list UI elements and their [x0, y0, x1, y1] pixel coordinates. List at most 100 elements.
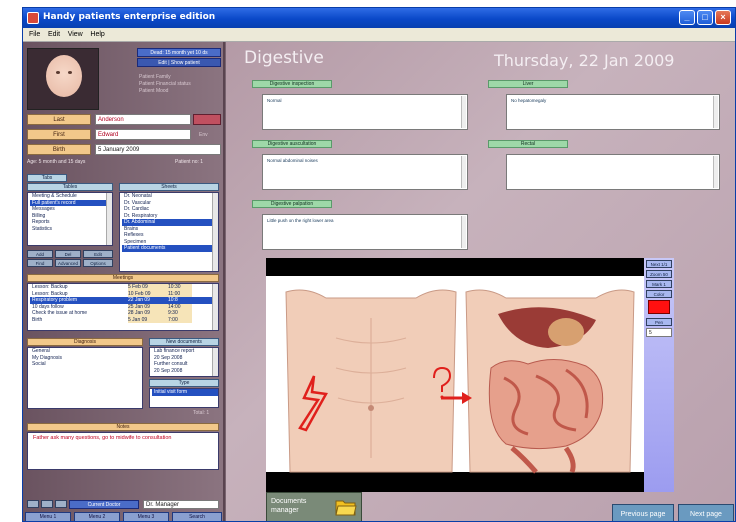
app-icon [27, 12, 39, 24]
tables-list[interactable]: Meeting & Schedule Full patient's record M… [27, 192, 113, 246]
patient-info-3: Patient Mood [139, 88, 169, 94]
tables-list-item[interactable]: Statistics [30, 226, 112, 233]
type-list[interactable]: Initial visit form [149, 388, 219, 408]
digestive-inspection-field[interactable]: Normal [262, 94, 468, 130]
rectal-field[interactable] [506, 154, 720, 190]
last-name-label: Last [27, 114, 91, 125]
sheets-list[interactable]: Dr. Neonatal Dr. Vascular Dr. Cardiac Dr. R… [119, 192, 219, 272]
meetings-rows: Lesson: Backup 5 Feb 09 10:30 Lesson: Backu… [28, 284, 218, 323]
liver-value: No hepatomegaly [511, 98, 547, 103]
tables-scrollbar[interactable] [106, 193, 112, 245]
meeting-name: Birth [32, 316, 43, 323]
last-name-action-button[interactable] [193, 114, 221, 125]
mark-control[interactable]: Mark 1 [646, 280, 672, 288]
sheets-header: Sheets [119, 183, 219, 191]
new-documents-list[interactable]: Lab finance report 20 Sep 2008 Further con… [149, 347, 219, 377]
document-item[interactable]: 20 Sep 2008 [152, 368, 218, 375]
sheets-list-item[interactable]: Patient documents [122, 245, 218, 252]
tables-list-items: Meeting & Schedule Full patient's record M… [28, 193, 112, 232]
liver-scrollbar[interactable] [713, 96, 718, 128]
table-row[interactable]: Birth 5 Jan 09 7:00 [30, 316, 218, 323]
image-tools-panel: Next 1/1 Zoom 50 Mark 1 Color Pen 5 [644, 258, 674, 492]
documents-manager-button[interactable]: Documents manager [266, 492, 362, 521]
digestive-inspection-scrollbar[interactable] [461, 96, 466, 128]
current-date: Thursday, 22 Jan 2009 [494, 51, 675, 70]
folder-icon [335, 500, 357, 516]
notes-header: Notes [27, 423, 219, 431]
tab-tabs[interactable]: Tabs [27, 174, 67, 182]
digestive-auscultation-field[interactable]: Normal abdominal noises [262, 154, 468, 190]
next-page-button[interactable]: Next page [678, 504, 734, 521]
nav-prev-button[interactable] [41, 500, 53, 508]
digestive-auscultation-scrollbar[interactable] [461, 156, 466, 188]
notes-box[interactable]: Father ask many questions, go to midwife… [27, 432, 219, 470]
menu-edit[interactable]: Edit [48, 31, 60, 38]
previous-page-button[interactable]: Previous page [612, 504, 674, 521]
close-button[interactable]: × [715, 10, 731, 25]
documents-manager-label: Documents manager [271, 498, 307, 514]
first-name-field[interactable]: Edward [95, 129, 191, 140]
anatomy-image[interactable] [266, 258, 644, 492]
baby-face-image [46, 55, 82, 97]
type-item[interactable]: Initial visit form [152, 389, 218, 396]
digestive-inspection-value: Normal [267, 98, 282, 103]
sheets-list-items: Dr. Neonatal Dr. Vascular Dr. Cardiac Dr. R… [120, 193, 218, 252]
next-image-button[interactable]: Next 1/1 [646, 260, 672, 268]
menu-help[interactable]: Help [90, 31, 104, 38]
last-name-field[interactable]: Anderson [95, 114, 191, 125]
pen-size-select[interactable]: 5 [646, 328, 672, 337]
birth-date-picker[interactable]: 5 January 2009 [95, 144, 221, 155]
edit-button[interactable]: Edit [83, 250, 113, 258]
digestive-palpation-scrollbar[interactable] [461, 216, 466, 248]
advanced-button[interactable]: Advanced [55, 259, 81, 267]
liver-label: Liver [488, 80, 568, 88]
sheets-scrollbar[interactable] [212, 193, 218, 271]
delete-button[interactable]: Del [55, 250, 81, 258]
type-header: Type [149, 379, 219, 387]
diagnosis-list[interactable]: General My Diagnosis Social [27, 347, 143, 409]
liver-field[interactable]: No hepatomegaly [506, 94, 720, 130]
digestive-palpation-field[interactable]: Little push on the right lower area [262, 214, 468, 250]
meetings-scrollbar[interactable] [212, 284, 218, 330]
diagnosis-header: Diagnosis [27, 338, 143, 346]
diagnosis-items: General My Diagnosis Social [28, 348, 142, 368]
search-button[interactable]: Search [172, 512, 222, 521]
rectal-scrollbar[interactable] [713, 156, 718, 188]
digestive-auscultation-value: Normal abdominal noises [267, 158, 318, 163]
age-status: Dead: 15 month yet 10 ds [137, 48, 221, 57]
current-doctor-field[interactable]: Dr. Manager [143, 500, 219, 509]
documents-scrollbar[interactable] [212, 348, 218, 376]
find-button[interactable]: Find [27, 259, 53, 267]
age-text: Age: 5 month and 15 days [27, 159, 86, 165]
right-eye [68, 71, 72, 74]
color-label: Color [646, 290, 672, 298]
menu-view[interactable]: View [68, 31, 83, 38]
diagnosis-item[interactable]: Social [30, 361, 142, 368]
meetings-table[interactable]: Lesson: Backup 5 Feb 09 10:30 Lesson: Backu… [27, 283, 219, 331]
patient-number: Patient no: 1 [175, 159, 204, 165]
digestive-palpation-label: Digestive palpation [252, 200, 332, 208]
color-swatch[interactable] [648, 300, 670, 314]
nav-next-button[interactable] [55, 500, 67, 508]
digestive-inspection-label: Digestive inspection [252, 80, 332, 88]
options-button[interactable]: Options [83, 259, 113, 267]
first-name-extra: Env [199, 132, 208, 138]
add-button[interactable]: Add [27, 250, 53, 258]
pen-label: Pen [646, 318, 672, 326]
menu-bar: File Edit View Help [23, 28, 735, 42]
documents-items: Lab finance report 20 Sep 2008 Further con… [150, 348, 218, 374]
nav-first-button[interactable] [27, 500, 39, 508]
maximize-button[interactable]: □ [697, 10, 713, 25]
zoom-control[interactable]: Zoom 50 [646, 270, 672, 278]
left-panel: Dead: 15 month yet 10 ds Edit | Show pat… [23, 42, 225, 521]
section-title: Digestive [244, 48, 324, 68]
edit-patient-button[interactable]: Edit | Show patient [137, 58, 221, 67]
menu-1-button[interactable]: Menu 1 [25, 512, 71, 521]
main-panel: Digestive Thursday, 22 Jan 2009 Digestiv… [226, 42, 735, 521]
patient-photo [27, 48, 99, 110]
menu-2-button[interactable]: Menu 2 [74, 512, 120, 521]
digestive-palpation-value: Little push on the right lower area [267, 218, 334, 223]
menu-file[interactable]: File [29, 31, 40, 38]
menu-3-button[interactable]: Menu 3 [123, 512, 169, 521]
minimize-button[interactable]: _ [679, 10, 695, 25]
